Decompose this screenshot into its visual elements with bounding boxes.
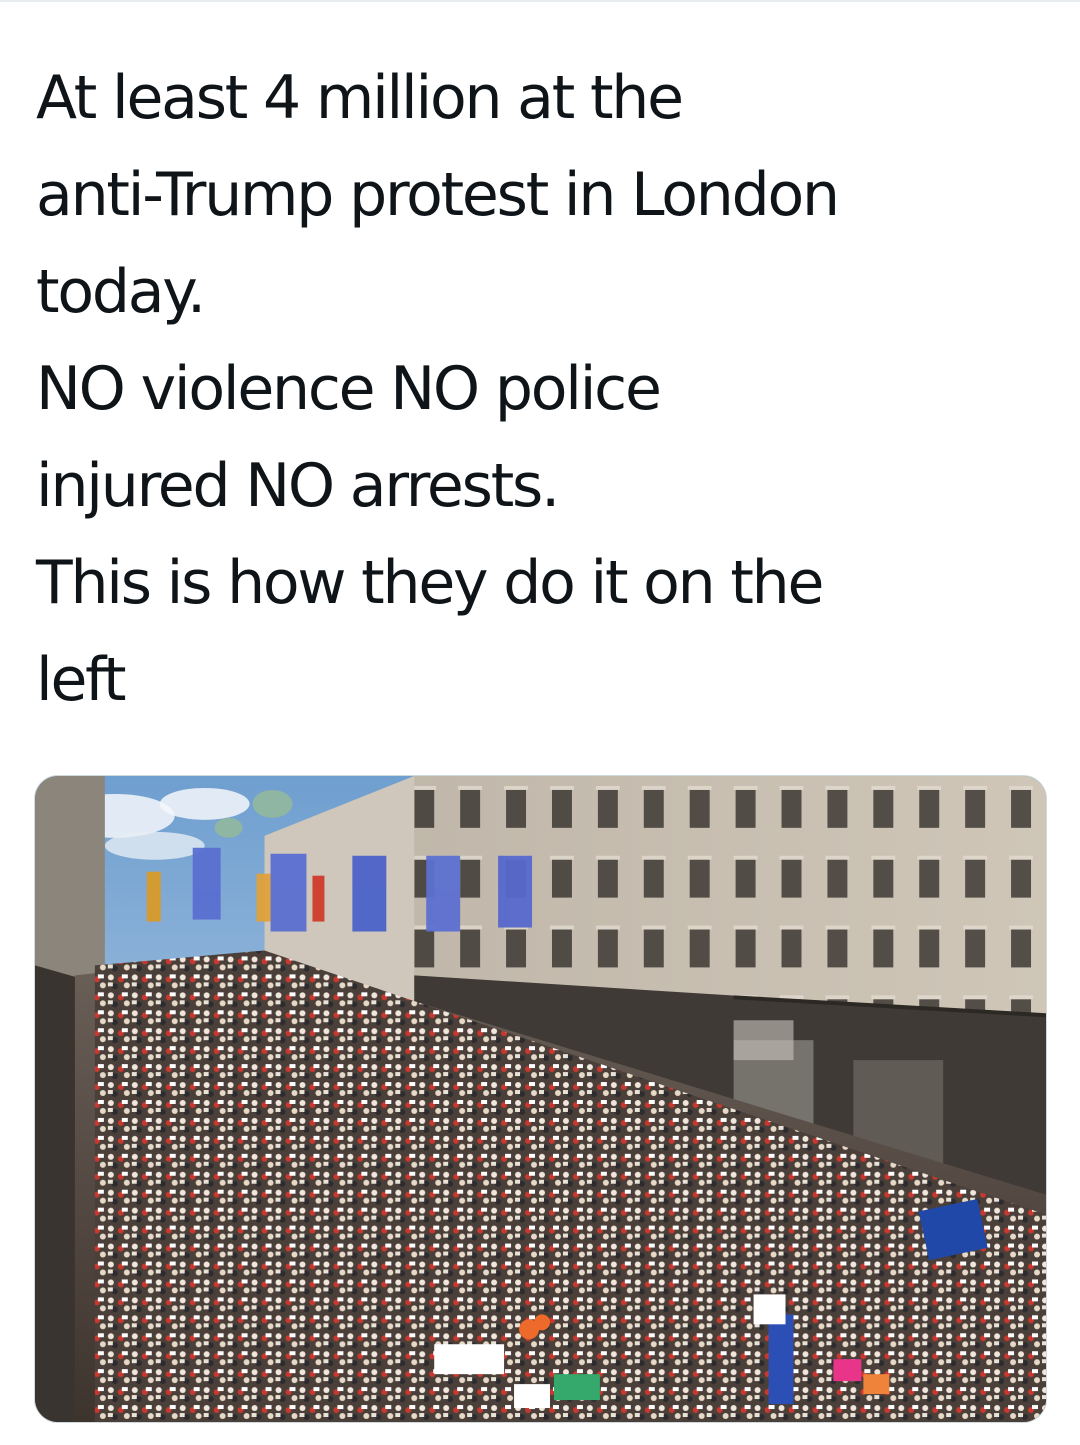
tweet-text: At least 4 million at the anti-Trump pro… xyxy=(36,50,1046,729)
tweet-text-line: NO violence NO police xyxy=(36,354,662,424)
tweet-text-line: anti-Trump protest in London xyxy=(36,160,840,230)
tweet-text-line: At least 4 million at the xyxy=(36,63,684,133)
tweet-text-line: injured NO arrests. xyxy=(36,451,560,521)
tweet-text-line: today. xyxy=(36,257,206,327)
tweet-text-line: This is how they do it on the xyxy=(36,548,824,618)
tweet-text-line: left xyxy=(36,645,127,715)
protest-photo-illustration xyxy=(35,776,1046,1422)
top-divider xyxy=(0,0,1080,2)
tweet-photo[interactable] xyxy=(34,775,1047,1423)
